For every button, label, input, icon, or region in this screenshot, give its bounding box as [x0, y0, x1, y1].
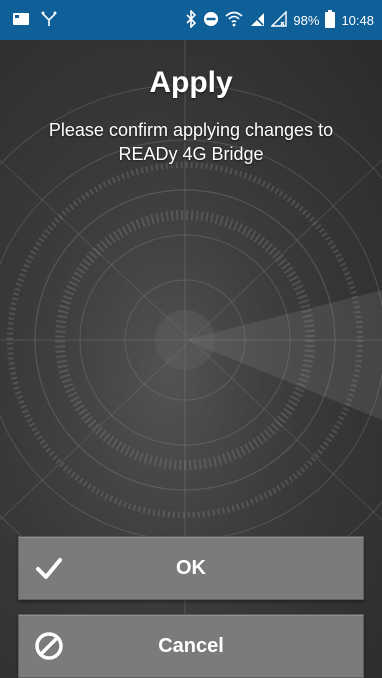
- dialog-message: Please confirm applying changes to READy…: [48, 120, 334, 164]
- cancel-button-label: Cancel: [158, 635, 224, 657]
- dialog-title: Apply: [149, 66, 233, 99]
- wifi-icon: [225, 11, 243, 30]
- sd-card-icon: [12, 11, 30, 32]
- cancel-button[interactable]: Cancel: [18, 614, 364, 678]
- ok-button[interactable]: OK: [18, 536, 364, 600]
- ok-button-label: OK: [176, 557, 206, 579]
- battery-icon: [325, 10, 336, 31]
- signal-icon: [270, 10, 288, 30]
- usb-debug-icon: [40, 10, 58, 33]
- bluetooth-icon: [185, 9, 197, 31]
- battery-percent: 98%: [293, 13, 320, 28]
- prohibited-icon: [33, 630, 65, 662]
- confirm-screen: Apply Please confirm applying changes to…: [0, 40, 382, 678]
- checkmark-icon: [33, 552, 65, 584]
- no-sim-icon: [249, 11, 265, 30]
- clock: 10:48: [341, 13, 374, 28]
- do-not-disturb-icon: [203, 11, 219, 30]
- status-bar: 98% 10:48: [0, 0, 382, 40]
